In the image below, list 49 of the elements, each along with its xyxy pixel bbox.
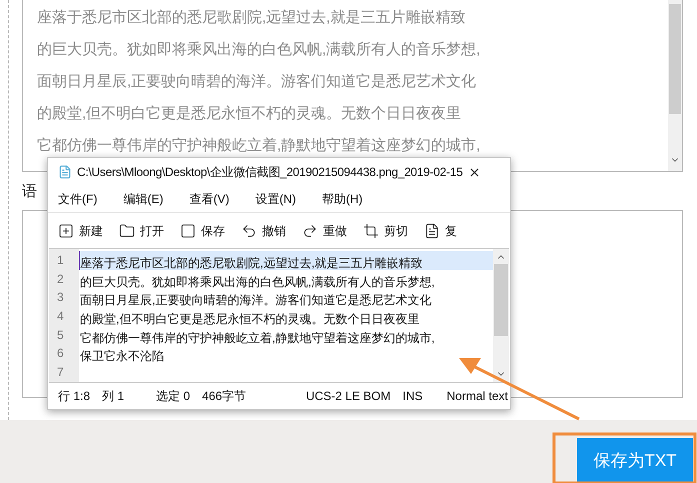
text-line: 的巨大贝壳。犹如即将乘风出海的白色风帆,满载所有人的音乐梦想, — [37, 40, 482, 60]
status-text: INS — [402, 388, 423, 405]
menu-item[interactable]: 查看(V) — [189, 190, 230, 208]
status-text: 466字节 — [202, 388, 246, 405]
line-number: 7 — [56, 364, 65, 382]
toolbar-button[interactable]: 重做 — [302, 222, 347, 240]
line-number: 2 — [56, 270, 65, 288]
text-line: 座落于悉尼市区北部的悉尼歌剧院,远望过去,就是三五片雕嵌精致 — [37, 8, 466, 28]
menu-item[interactable]: 帮助(H) — [322, 190, 363, 208]
menu-item[interactable]: 文件(F) — [58, 190, 98, 208]
plus-square-icon — [58, 222, 74, 238]
code-line: 的巨大贝壳。犹如即将乘风出海的白色风帆,满载所有人的音乐梦想, — [80, 274, 435, 289]
code-line: 的殿堂,但不明白它更是悉尼永恒不朽的灵魂。无数个日日夜夜里 — [80, 312, 420, 326]
toolbar-button[interactable]: 复 — [424, 222, 457, 240]
toolbar-button[interactable]: 撤销 — [241, 222, 286, 240]
text-line: 的殿堂,但不明白它更是悉尼永恒不朽的灵魂。无数个日日夜夜里 — [37, 104, 462, 124]
line-number: 4 — [56, 308, 65, 326]
scrollbar[interactable] — [668, 0, 682, 171]
square-icon — [180, 222, 196, 238]
menu-item[interactable]: 设置(N) — [255, 190, 296, 208]
code-line: 保卫它永不沦陷 — [80, 349, 164, 364]
document-icon — [58, 165, 72, 179]
line-number: 6 — [56, 345, 65, 362]
code-line: 座落于悉尼市区北部的悉尼歌剧院,远望过去,就是三五片雕嵌精致 — [80, 256, 423, 270]
status-text: 列 1 — [102, 388, 124, 405]
toolbar-button[interactable]: 剪切 — [363, 222, 408, 240]
line-number: 3 — [56, 289, 65, 306]
scrollbar[interactable] — [493, 249, 509, 382]
code-line: 它都仿佛一尊伟岸的守护神般屹立着,静默地守望着这座梦幻的城市, — [80, 330, 435, 345]
close-icon[interactable] — [468, 166, 481, 178]
line-number: 5 — [56, 326, 65, 344]
status-text: 行 1:8 — [58, 388, 90, 405]
status-text: Normal text — [446, 388, 508, 405]
toolbar-button[interactable]: 保存 — [180, 222, 225, 240]
status-text: 选定 0 — [156, 388, 190, 405]
toolbar-button[interactable]: 打开 — [119, 222, 164, 240]
redo-icon — [302, 222, 318, 238]
document-icon — [424, 222, 440, 238]
menu-item[interactable]: 编辑(E) — [123, 190, 164, 208]
folder-icon — [119, 222, 135, 238]
code-line: 面朝日月星辰,正要驶向晴碧的海洋。游客们知道它是悉尼艺术文化 — [80, 293, 432, 308]
undo-icon — [241, 222, 257, 238]
text-line: 面朝日月星辰,正要驶向晴碧的海洋。游客们知道它是悉尼艺术文化 — [37, 72, 478, 92]
crop-icon — [363, 222, 379, 238]
field-label: 语 — [22, 182, 37, 202]
status-text: UCS-2 LE BOM — [306, 388, 391, 405]
line-number: 1 — [56, 252, 65, 269]
toolbar-button[interactable]: 新建 — [58, 222, 103, 240]
text-line: 它都仿佛一尊伟岸的守护神般屹立着,静默地守望着这座梦幻的城市, — [37, 136, 482, 156]
